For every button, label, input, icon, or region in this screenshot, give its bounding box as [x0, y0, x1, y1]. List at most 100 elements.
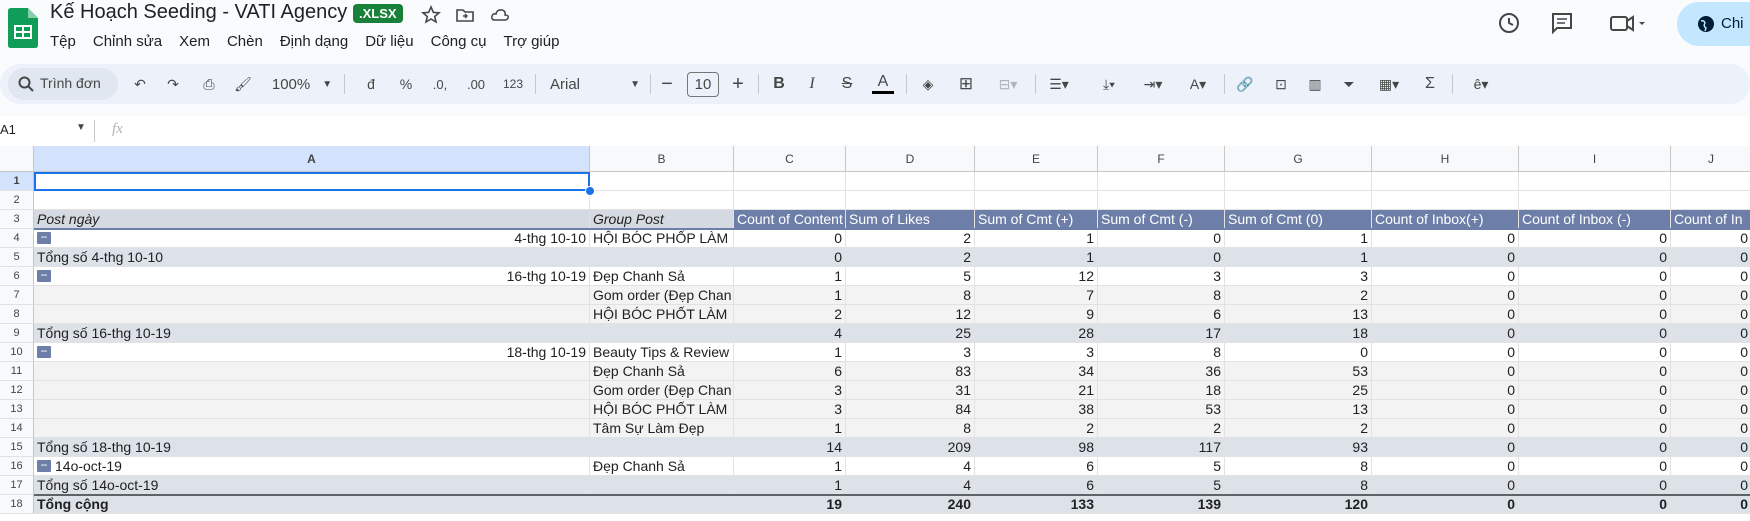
pivot-header-b[interactable]: Group Post — [590, 210, 734, 229]
pivot-header-h[interactable]: Count of Inbox(+) — [1372, 210, 1519, 229]
cell-h1[interactable] — [1372, 172, 1519, 191]
cell-g10[interactable]: 0 — [1225, 343, 1372, 362]
increase-font-size-button[interactable]: + — [727, 64, 749, 104]
filter-icon[interactable]: ⏷ — [1336, 64, 1362, 104]
filter-views-icon[interactable]: ▦▾ — [1368, 64, 1410, 104]
row-header-14[interactable]: 14 — [0, 419, 34, 438]
select-all-corner[interactable] — [0, 146, 34, 172]
menu-data[interactable]: Dữ liệu — [365, 33, 413, 50]
cell-g2[interactable] — [1225, 191, 1372, 210]
input-tools-icon[interactable]: ê▾ — [1460, 64, 1502, 104]
cell-h8[interactable]: 0 — [1372, 305, 1519, 324]
row-header-16[interactable]: 16 — [0, 457, 34, 476]
cell-d9[interactable]: 25 — [846, 324, 975, 343]
cell-j17[interactable]: 0 — [1671, 476, 1750, 495]
cell-d18[interactable]: 240 — [846, 495, 975, 514]
column-header-i[interactable]: I — [1519, 146, 1671, 172]
percent-format-button[interactable]: % — [395, 64, 417, 104]
menu-help[interactable]: Trợ giúp — [503, 33, 559, 50]
cell-f2[interactable] — [1098, 191, 1225, 210]
cell-c14[interactable]: 1 — [734, 419, 846, 438]
cell-f8[interactable]: 6 — [1098, 305, 1225, 324]
cell-h13[interactable]: 0 — [1372, 400, 1519, 419]
cell-h9[interactable]: 0 — [1372, 324, 1519, 343]
menu-edit[interactable]: Chỉnh sửa — [93, 33, 162, 50]
name-box-dropdown-icon[interactable]: ▼ — [76, 122, 86, 133]
wrap-icon[interactable]: ⇥▾ — [1133, 64, 1173, 104]
row-header-13[interactable]: 13 — [0, 400, 34, 419]
cell-i7[interactable]: 0 — [1519, 286, 1671, 305]
cell-c4[interactable]: 0 — [734, 229, 846, 248]
cell-d11[interactable]: 83 — [846, 362, 975, 381]
cell-f13[interactable]: 53 — [1098, 400, 1225, 419]
zoom-select[interactable]: 100% ▼ — [268, 64, 336, 104]
cell-h5[interactable]: 0 — [1372, 248, 1519, 267]
cell-i14[interactable]: 0 — [1519, 419, 1671, 438]
cell-g4[interactable]: 1 — [1225, 229, 1372, 248]
undo-icon[interactable]: ↶ — [127, 64, 153, 104]
cell-j11[interactable]: 0 — [1671, 362, 1750, 381]
cell-f11[interactable]: 36 — [1098, 362, 1225, 381]
decrease-decimal-button[interactable]: .0, — [427, 64, 453, 104]
cell-i17[interactable]: 0 — [1519, 476, 1671, 495]
cell-a2[interactable] — [34, 191, 590, 210]
cell-f1[interactable] — [1098, 172, 1225, 191]
cell-e15[interactable]: 98 — [975, 438, 1098, 457]
cell-d7[interactable]: 8 — [846, 286, 975, 305]
cell-c11[interactable]: 6 — [734, 362, 846, 381]
cell-i4[interactable]: 0 — [1519, 229, 1671, 248]
cell-h11[interactable]: 0 — [1372, 362, 1519, 381]
cell-d6[interactable]: 5 — [846, 267, 975, 286]
row-header-15[interactable]: 15 — [0, 438, 34, 457]
cell-e5[interactable]: 1 — [975, 248, 1098, 267]
cell-b10[interactable]: Beauty Tips & Review — [590, 343, 734, 362]
cell-i1[interactable] — [1519, 172, 1671, 191]
cell-j2[interactable] — [1671, 191, 1750, 210]
borders-icon[interactable]: ⊞ — [953, 64, 979, 104]
italic-button[interactable]: I — [801, 64, 823, 104]
cell-i10[interactable]: 0 — [1519, 343, 1671, 362]
cell-e11[interactable]: 34 — [975, 362, 1098, 381]
increase-decimal-button[interactable]: .00 — [462, 64, 490, 104]
cell-j8[interactable]: 0 — [1671, 305, 1750, 324]
strikethrough-button[interactable]: S — [836, 64, 858, 104]
cell-c1[interactable] — [734, 172, 846, 191]
cell-i9[interactable]: 0 — [1519, 324, 1671, 343]
menu-view[interactable]: Xem — [179, 33, 210, 50]
menu-format[interactable]: Định dạng — [280, 33, 348, 50]
menu-search[interactable]: Trình đơn — [8, 68, 118, 100]
move-folder-icon[interactable] — [455, 5, 475, 25]
row-header-17[interactable]: 17 — [0, 476, 34, 495]
row-header-11[interactable]: 11 — [0, 362, 34, 381]
row-header-1[interactable]: 1 — [0, 172, 34, 191]
cell-h10[interactable]: 0 — [1372, 343, 1519, 362]
cell-d13[interactable]: 84 — [846, 400, 975, 419]
cell-j4[interactable]: 0 — [1671, 229, 1750, 248]
cell-f10[interactable]: 8 — [1098, 343, 1225, 362]
cell-a5[interactable]: Tổng số 4-thg 10-10 — [34, 248, 590, 267]
column-header-e[interactable]: E — [975, 146, 1098, 172]
column-header-j[interactable]: J — [1671, 146, 1750, 172]
cell-f14[interactable]: 2 — [1098, 419, 1225, 438]
rotate-icon[interactable]: A▾ — [1178, 64, 1218, 104]
cell-b6[interactable]: Đẹp Chanh Sả — [590, 267, 734, 286]
merge-icon[interactable]: ⊟▾ — [988, 64, 1028, 104]
cell-c16[interactable]: 1 — [734, 457, 846, 476]
cell-h6[interactable]: 0 — [1372, 267, 1519, 286]
font-size-input[interactable]: 10 — [686, 64, 720, 104]
cell-j13[interactable]: 0 — [1671, 400, 1750, 419]
pivot-header-f[interactable]: Sum of Cmt (-) — [1098, 210, 1225, 229]
cell-a15[interactable]: Tổng số 18-thg 10-19 — [34, 438, 590, 457]
cell-e18[interactable]: 133 — [975, 495, 1098, 514]
column-header-d[interactable]: D — [846, 146, 975, 172]
history-icon[interactable] — [1496, 10, 1522, 36]
cell-b8[interactable]: HỘI BÓC PHỐT LÀM — [590, 305, 734, 324]
cell-h2[interactable] — [1372, 191, 1519, 210]
collapse-group-icon[interactable]: − — [37, 345, 51, 358]
cell-b11[interactable]: Đẹp Chanh Sả — [590, 362, 734, 381]
cell-e13[interactable]: 38 — [975, 400, 1098, 419]
redo-icon[interactable]: ↷ — [160, 64, 186, 104]
cell-a7[interactable] — [34, 286, 590, 305]
cell-e14[interactable]: 2 — [975, 419, 1098, 438]
cell-h7[interactable]: 0 — [1372, 286, 1519, 305]
